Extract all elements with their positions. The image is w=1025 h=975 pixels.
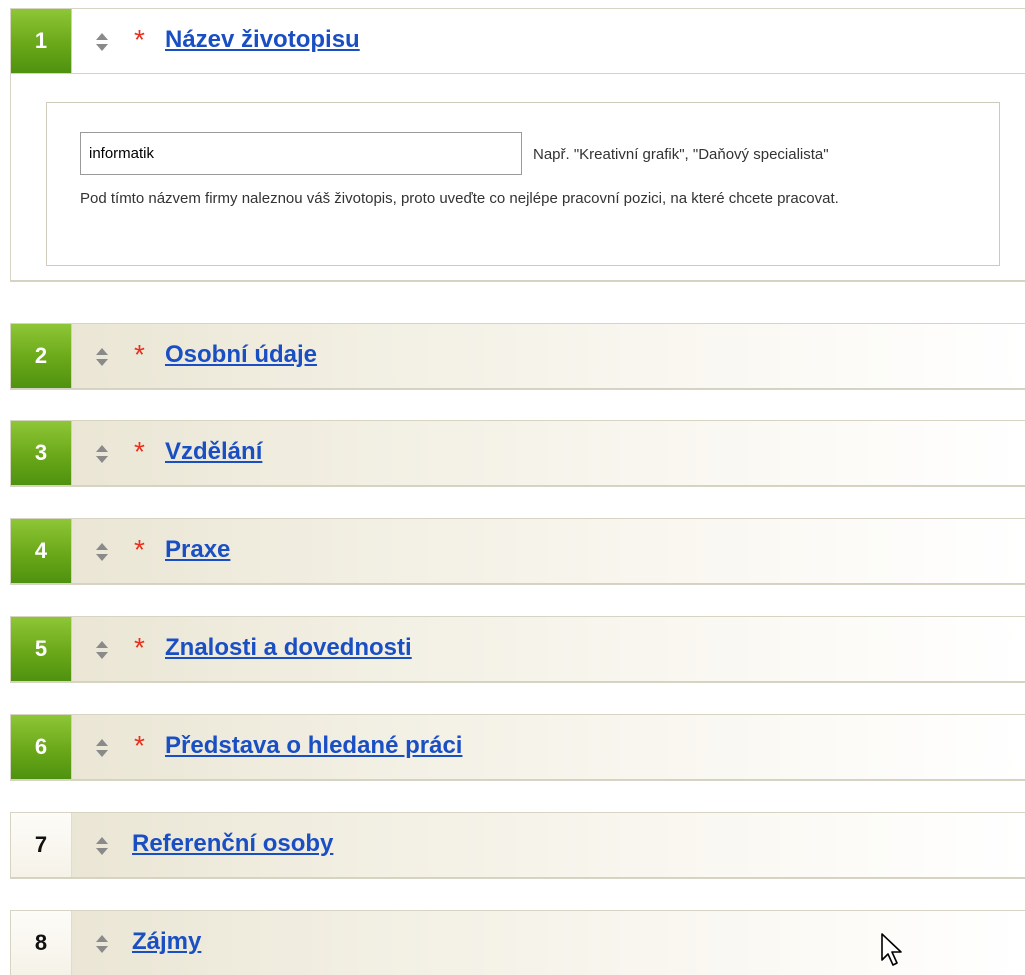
required-star-icon: * [134, 24, 145, 55]
mouse-cursor-icon [879, 932, 909, 968]
section-number: 4 [11, 519, 72, 583]
section-body: Např. "Kreativní grafik", "Daňový specia… [11, 74, 1025, 281]
section-title-link[interactable]: Zájmy [132, 927, 201, 957]
section-number: 8 [11, 911, 72, 975]
section-number: 3 [11, 421, 72, 485]
updown-arrows-icon[interactable] [95, 836, 109, 856]
required-star-icon: * [134, 436, 145, 467]
updown-arrows-icon[interactable] [95, 640, 109, 660]
updown-arrows-icon[interactable] [95, 444, 109, 464]
section-title-link[interactable]: Vzdělání [165, 437, 262, 467]
updown-arrows-icon[interactable] [95, 542, 109, 562]
section-header[interactable]: 7 Referenční osoby [11, 813, 1025, 878]
section-header[interactable]: 2 * Osobní údaje [11, 324, 1025, 389]
section-header[interactable]: 4 * Praxe [11, 519, 1025, 584]
required-star-icon: * [134, 534, 145, 565]
section-number: 5 [11, 617, 72, 681]
section-desired-job: 6 * Představa o hledané práci [10, 714, 1025, 781]
required-star-icon: * [134, 339, 145, 370]
section-number: 7 [11, 813, 72, 877]
updown-arrows-icon[interactable] [95, 934, 109, 954]
cv-title-form: Např. "Kreativní grafik", "Daňový specia… [46, 102, 1000, 266]
updown-arrows-icon[interactable] [95, 347, 109, 367]
section-title-link[interactable]: Představa o hledané práci [165, 731, 462, 761]
updown-arrows-icon[interactable] [95, 32, 109, 52]
section-interests: 8 Zájmy [10, 910, 1025, 975]
section-title-link[interactable]: Referenční osoby [132, 829, 333, 859]
cv-title-input[interactable] [80, 132, 522, 175]
section-personal: 2 * Osobní údaje [10, 323, 1025, 390]
section-header[interactable]: 6 * Představa o hledané práci [11, 715, 1025, 780]
section-title-link[interactable]: Znalosti a dovednosti [165, 633, 412, 663]
section-references: 7 Referenční osoby [10, 812, 1025, 879]
required-star-icon: * [134, 632, 145, 663]
section-number: 6 [11, 715, 72, 779]
section-experience: 4 * Praxe [10, 518, 1025, 585]
hint-text: Pod tímto názvem firmy naleznou váš živo… [80, 190, 839, 207]
section-header[interactable]: 3 * Vzdělání [11, 421, 1025, 486]
section-header[interactable]: 1 * Název životopisu [11, 9, 1025, 74]
updown-arrows-icon[interactable] [95, 738, 109, 758]
section-header[interactable]: 5 * Znalosti a dovednosti [11, 617, 1025, 682]
section-title-link[interactable]: Osobní údaje [165, 340, 317, 370]
required-star-icon: * [134, 730, 145, 761]
section-skills: 5 * Znalosti a dovednosti [10, 616, 1025, 683]
section-title-link[interactable]: Název životopisu [165, 25, 360, 55]
example-text: Např. "Kreativní grafik", "Daňový specia… [533, 146, 829, 163]
section-number: 2 [11, 324, 72, 388]
section-title-link[interactable]: Praxe [165, 535, 230, 565]
section-header[interactable]: 8 Zájmy [11, 911, 1025, 975]
section-education: 3 * Vzdělání [10, 420, 1025, 487]
section-number: 1 [11, 9, 72, 73]
section-cv-title: 1 * Název životopisu Např. "Kreativní gr… [10, 8, 1025, 282]
